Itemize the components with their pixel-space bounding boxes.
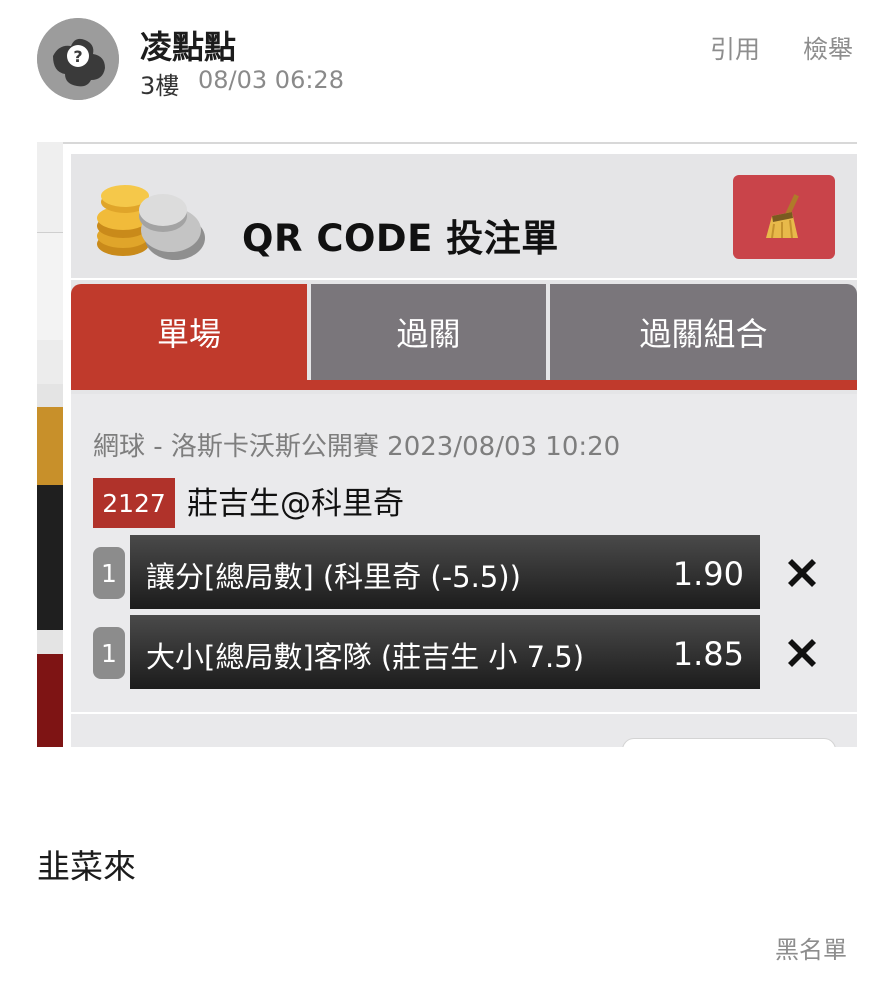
tab-single[interactable]: 單場	[71, 284, 307, 380]
event-info: 網球 - 洛斯卡沃斯公開賽 2023/08/03 10:20	[93, 432, 621, 462]
bet-quantity[interactable]: 1	[93, 547, 125, 599]
bet-selection-row[interactable]: 讓分[總局數] (科里奇 (-5.5)) 1.90	[130, 535, 760, 609]
close-x-icon	[788, 639, 816, 667]
bet-odds: 1.90	[672, 555, 744, 593]
coins-icon	[93, 174, 219, 266]
header-divider	[71, 278, 857, 280]
broom-icon	[766, 194, 799, 239]
attached-image[interactable]: QR CODE 投注單 單場 過關 過關組合 網球 - 洛斯卡沃斯公開賽 202…	[37, 142, 857, 747]
tab-parlay[interactable]: 過關	[311, 284, 546, 380]
footer-input-box	[622, 738, 836, 747]
blacklist-button[interactable]: 黑名單	[775, 930, 847, 965]
screenshot-left-edge	[37, 142, 63, 747]
report-button[interactable]: 檢舉	[803, 30, 853, 66]
bet-type-tabs: 單場 過關 過關組合	[71, 284, 857, 380]
bet-selection-row[interactable]: 大小[總局數]客隊 (莊吉生 小 7.5) 1.85	[130, 615, 760, 689]
author-name[interactable]: 凌點點	[140, 22, 236, 68]
match-name: 莊吉生@科里奇	[187, 486, 404, 522]
floor-number: 3樓	[140, 72, 180, 100]
bet-odds: 1.85	[672, 635, 744, 673]
post-time: 08/03 06:28	[198, 66, 344, 94]
tab-underline	[71, 380, 857, 390]
quote-button[interactable]: 引用	[710, 30, 760, 66]
remove-bet-button[interactable]	[782, 633, 822, 673]
question-puzzle-avatar-icon: ?	[37, 18, 119, 100]
betslip-title: QR CODE 投注單	[242, 217, 559, 260]
bet-selection-text: 大小[總局數]客隊 (莊吉生 小 7.5)	[146, 640, 585, 674]
post-message: 韭菜來	[37, 847, 136, 886]
close-x-icon	[788, 559, 816, 587]
clear-betslip-button[interactable]	[733, 175, 835, 259]
user-avatar[interactable]: ?	[37, 18, 119, 100]
bet-quantity[interactable]: 1	[93, 627, 125, 679]
screenshot-top-border	[63, 142, 857, 144]
svg-text:?: ?	[73, 47, 82, 66]
remove-bet-button[interactable]	[782, 553, 822, 593]
bet-selection-text: 讓分[總局數] (科里奇 (-5.5))	[146, 560, 521, 594]
match-id-badge: 2127	[93, 478, 175, 528]
tab-parlay-combo[interactable]: 過關組合	[550, 284, 857, 380]
